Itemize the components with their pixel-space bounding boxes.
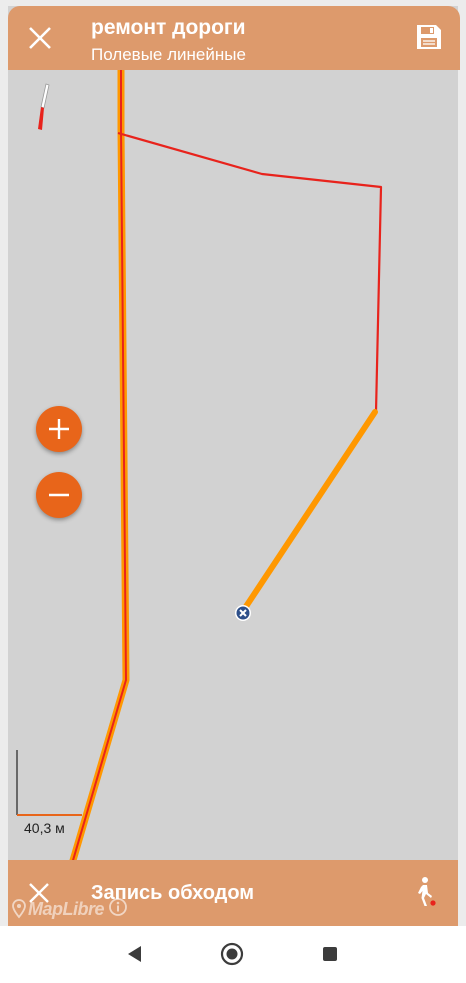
page-title: ремонт дороги: [91, 16, 246, 39]
scale-label: 40,3 м: [24, 820, 65, 836]
page-subtitle: Полевые линейные: [91, 45, 246, 64]
home-circle-icon[interactable]: [217, 939, 247, 969]
map-attribution: MapLibre: [12, 896, 128, 922]
map-scale-bar: [16, 750, 82, 816]
zoom-out-button[interactable]: [36, 472, 82, 518]
app-screen: 40,3 м ремонт дороги Полевые линейные За…: [0, 0, 466, 983]
map-pin-icon: [12, 899, 26, 919]
zoom-in-button[interactable]: [36, 406, 82, 452]
recents-square-icon[interactable]: [315, 939, 345, 969]
plus-icon: [49, 419, 69, 439]
minus-icon: [49, 493, 69, 497]
info-icon[interactable]: [108, 897, 128, 922]
track-end-marker-icon[interactable]: [235, 605, 251, 621]
map-view[interactable]: 40,3 м: [0, 0, 466, 925]
system-nav-bar: [0, 926, 466, 983]
back-triangle-icon[interactable]: [120, 939, 150, 969]
close-icon[interactable]: [24, 22, 56, 54]
top-app-bar: ремонт дороги Полевые линейные: [8, 6, 460, 70]
recorded-route-line: [117, 131, 383, 413]
walking-person-icon[interactable]: [410, 876, 440, 908]
compass-icon[interactable]: [34, 82, 52, 132]
save-icon[interactable]: [414, 22, 444, 52]
maplibre-logo: MapLibre: [28, 898, 105, 919]
current-track-segment: [240, 409, 378, 614]
